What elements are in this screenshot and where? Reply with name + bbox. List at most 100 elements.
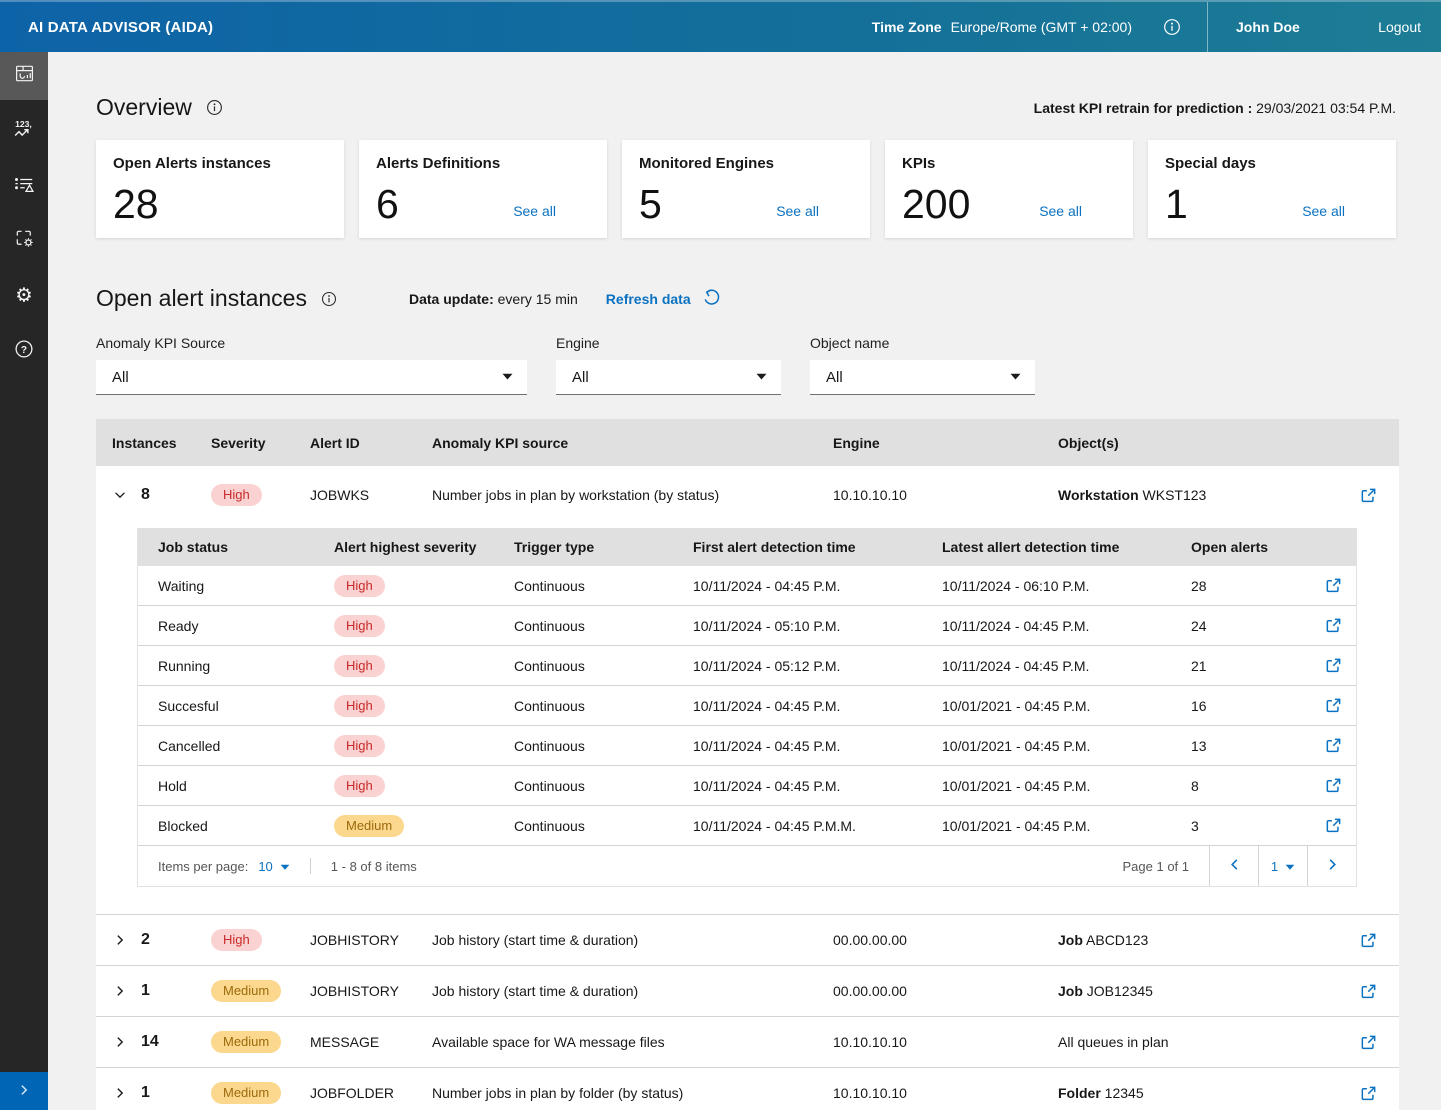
trigger-type: Continuous [514,618,693,634]
launch-icon[interactable] [1360,1034,1377,1051]
chevron-right-icon[interactable] [112,1086,128,1100]
caret-down-icon [756,373,767,381]
sidebar-item-dashboard[interactable] [0,52,48,100]
see-all-link[interactable]: See all [1302,203,1345,219]
severity-badge: High [211,484,262,506]
column-header: Object(s) [1058,435,1340,451]
launch-icon[interactable] [1360,983,1377,1000]
see-all-link[interactable]: See all [513,203,556,219]
anomaly-kpi-source: Available space for WA message files [432,1034,833,1050]
dropdown-value: All [572,369,589,386]
open-alerts-count: 3 [1191,818,1310,834]
engine-address: 00.00.00.00 [833,932,1058,948]
object-cell: Job ABCD123 [1058,932,1340,948]
chevron-down-icon[interactable] [112,488,128,502]
page-select[interactable]: 1 [1258,846,1307,886]
trigger-type: Continuous [514,818,693,834]
severity-badge: Medium [211,980,281,1002]
items-per-page-label: Items per page: [158,859,248,874]
launch-icon[interactable] [1325,617,1342,634]
launch-icon[interactable] [1325,817,1342,834]
user-name: John Doe [1208,19,1300,35]
filter-dropdown[interactable]: All [96,360,527,395]
data-update-label: Data update: [409,291,494,307]
alert-definitions-icon [12,172,36,201]
chevron-right-icon[interactable] [112,984,128,998]
job-status: Blocked [158,818,334,834]
timezone-info-icon[interactable] [1163,18,1181,36]
pagination-divider [310,858,311,874]
launch-icon[interactable] [1360,932,1377,949]
chevron-right-icon [1325,857,1340,875]
data-update-value: every 15 min [498,291,578,307]
severity-badge: High [334,655,385,677]
sidebar-item-kpi-trend[interactable]: 123, [0,107,48,155]
launch-icon[interactable] [1325,577,1342,594]
open-alerts-count: 16 [1191,698,1310,714]
alerts-title: Open alert instances [96,285,307,312]
chevron-right-icon[interactable] [112,1035,128,1049]
see-all-link[interactable]: See all [1039,203,1082,219]
card-title: Special days [1165,155,1379,172]
kpi-retrain-value: 29/03/2021 03:54 P.M. [1256,100,1396,116]
alert-id: MESSAGE [310,1034,432,1050]
instances-count: 2 [141,931,150,949]
launch-icon[interactable] [1325,697,1342,714]
filters-row: Anomaly KPI Source All Engine All Object… [96,335,1396,395]
overview-card-open-alerts-instances: Open Alerts instances 28 [96,140,344,238]
kpi-retrain-label: Latest KPI retrain for prediction : [1034,100,1253,116]
sidebar-item-engine-config[interactable] [0,217,48,265]
filter-label: Object name [810,335,1035,351]
alert-id: JOBFOLDER [310,1085,432,1101]
instances-count: 1 [141,1084,150,1102]
help-icon: ? [12,337,36,366]
items-per-page-select[interactable]: 10 [258,859,289,874]
job-status: Cancelled [158,738,334,754]
next-page-button[interactable] [1307,846,1356,886]
kpi-trend-icon: 123, [12,116,37,146]
first-detection-time: 10/11/2024 - 05:12 P.M. [693,658,942,674]
nested-column-header: Job status [158,539,334,555]
latest-detection-time: 10/11/2024 - 06:10 P.M. [942,578,1191,594]
launch-icon[interactable] [1360,1085,1377,1102]
filter-dropdown[interactable]: All [556,360,781,395]
user-area: John Doe Logout [1208,2,1441,52]
column-header: Anomaly KPI source [432,435,833,451]
card-value: 6 [376,183,399,225]
nested-column-header: Latest allert detection time [942,539,1191,555]
top-bar: AI DATA ADVISOR (AIDA) Time Zone Europe/… [0,0,1441,52]
chevron-right-icon[interactable] [112,933,128,947]
sidebar-item-settings-gear[interactable]: ⚙ [0,272,48,320]
launch-icon[interactable] [1325,777,1342,794]
launch-icon[interactable] [1325,737,1342,754]
refresh-data-button[interactable]: Refresh data [606,288,721,310]
object-cell: Folder 12345 [1058,1085,1340,1101]
filter-engine: Engine All [556,335,781,395]
nested-table-row: Hold High Continuous 10/11/2024 - 04:45 … [138,766,1356,806]
launch-icon[interactable] [1325,657,1342,674]
card-title: KPIs [902,155,1116,172]
see-all-link[interactable]: See all [776,203,819,219]
nested-column-header: First alert detection time [693,539,942,555]
latest-detection-time: 10/11/2024 - 04:45 P.M. [942,618,1191,634]
timezone-value: Europe/Rome (GMT + 02:00) [951,19,1132,35]
prev-page-button[interactable] [1209,846,1258,886]
sidebar-expand-button[interactable] [0,1072,48,1110]
column-header: Engine [833,435,1058,451]
nested-column-header: Open alerts [1191,539,1310,555]
engine-address: 00.00.00.00 [833,983,1058,999]
svg-text:?: ? [21,344,27,355]
alert-row: 1 Medium JOBHISTORY Job history (start t… [96,966,1399,1017]
card-value: 28 [113,183,159,225]
kpi-retrain-info: Latest KPI retrain for prediction : 29/0… [1034,100,1396,116]
nested-column-header: Alert highest severity [334,539,514,555]
logout-button[interactable]: Logout [1378,19,1441,35]
launch-icon[interactable] [1360,487,1377,504]
sidebar-item-alert-definitions[interactable] [0,162,48,210]
latest-detection-time: 10/01/2021 - 04:45 P.M. [942,738,1191,754]
overview-info-icon[interactable] [206,99,223,116]
trigger-type: Continuous [514,698,693,714]
sidebar-item-help[interactable]: ? [0,327,48,375]
alerts-info-icon[interactable] [321,291,337,307]
filter-dropdown[interactable]: All [810,360,1035,395]
